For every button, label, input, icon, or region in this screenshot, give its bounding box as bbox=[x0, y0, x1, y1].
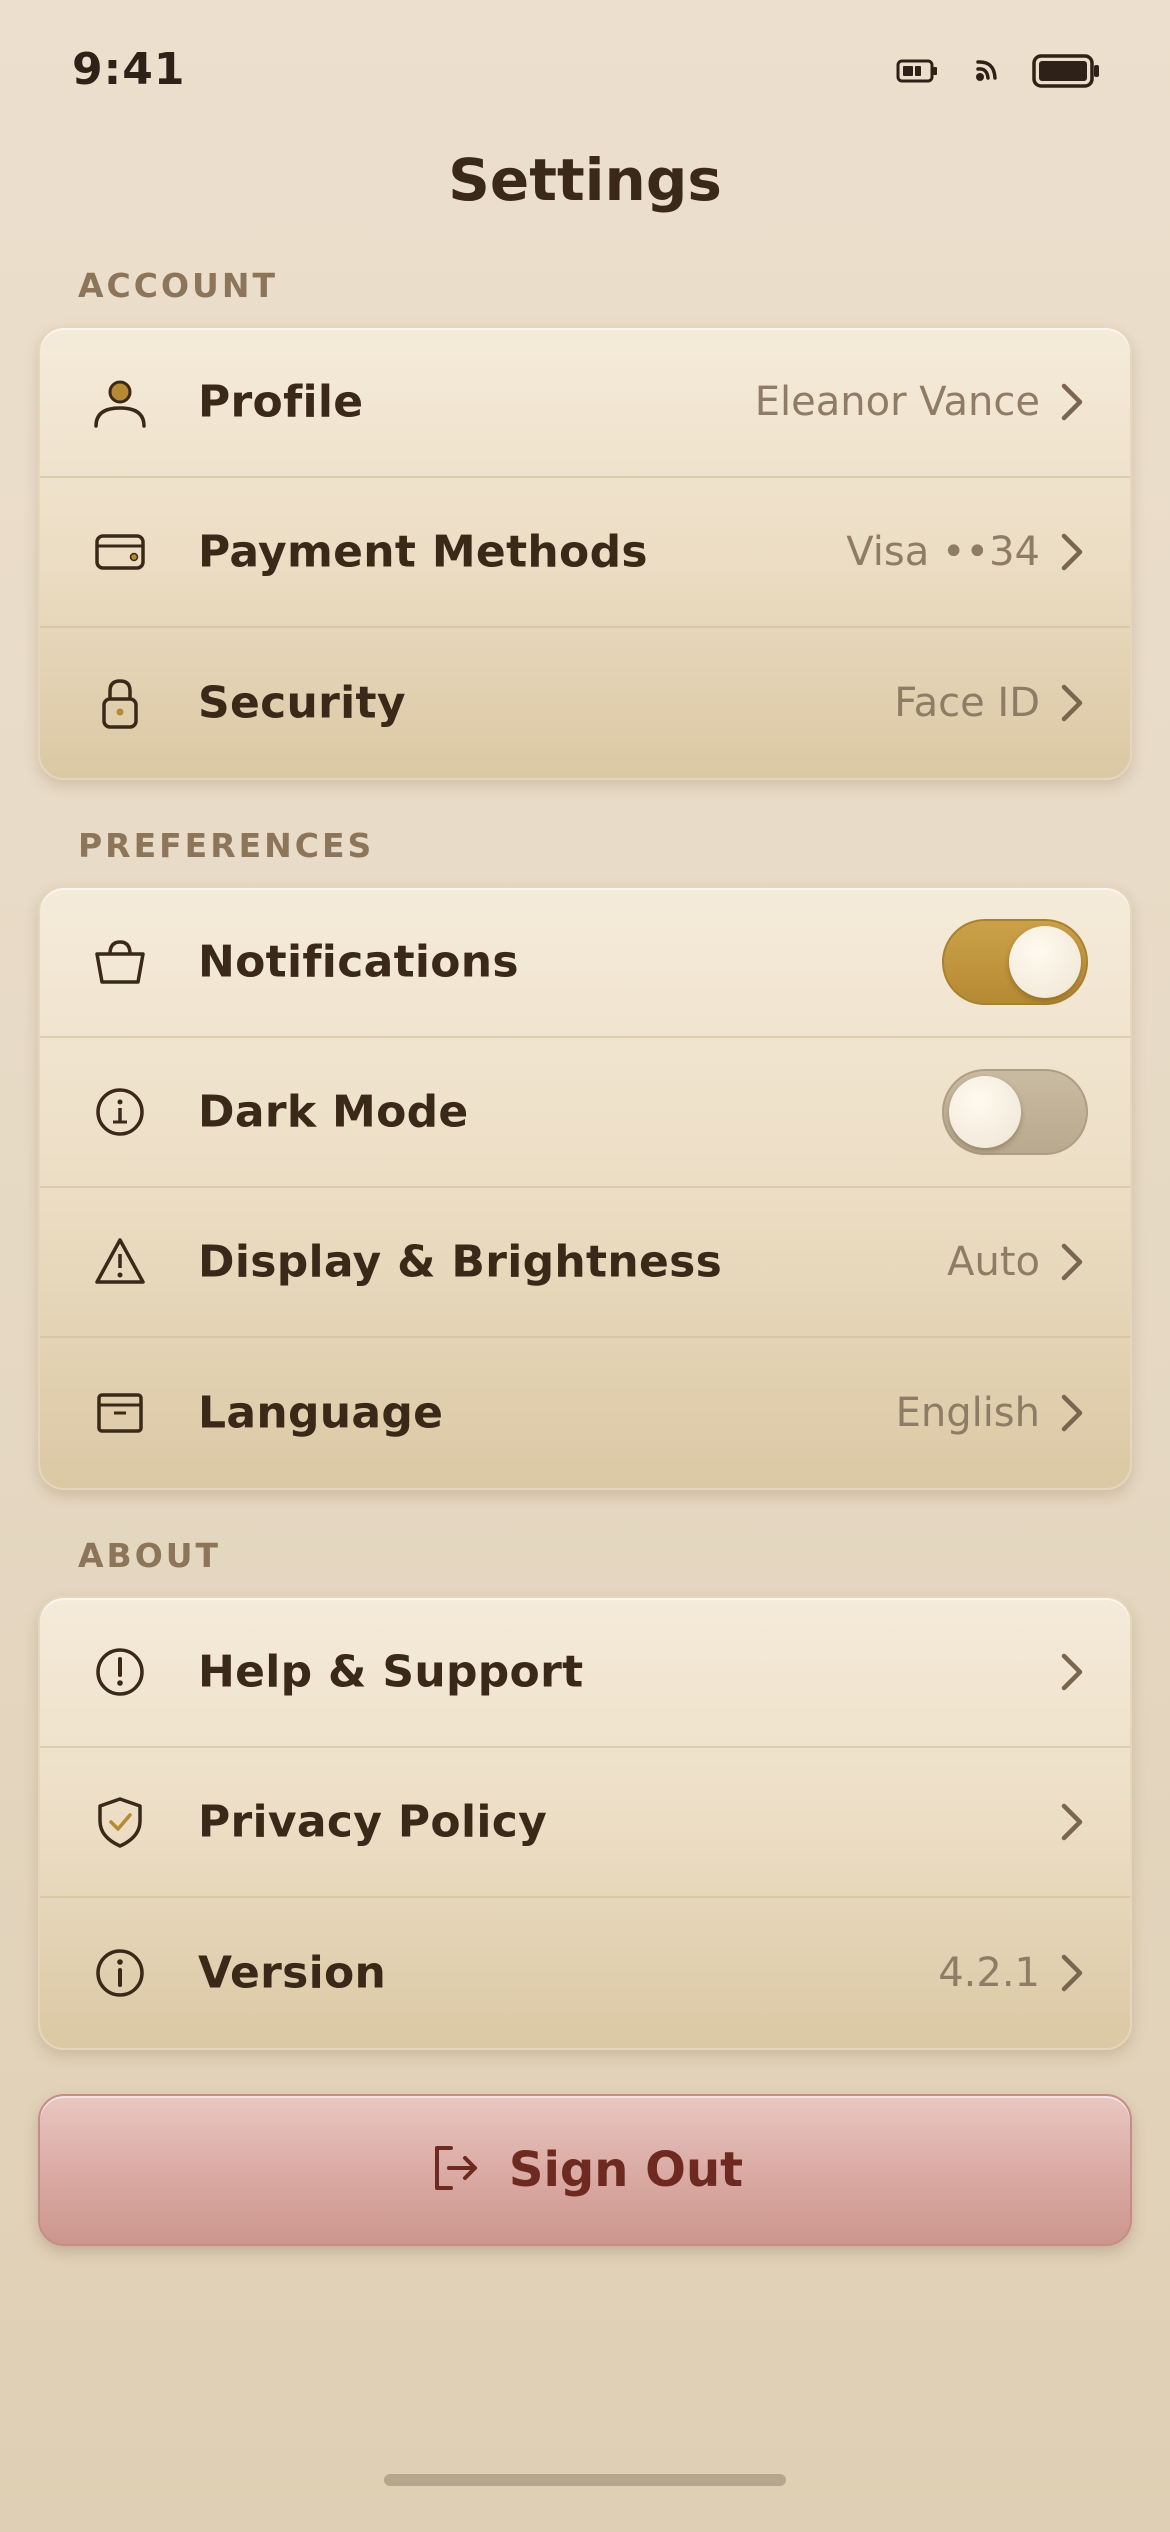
chevron-right-icon bbox=[1058, 1951, 1086, 1995]
row-notifications[interactable]: Notifications bbox=[40, 888, 1130, 1038]
basket-icon bbox=[90, 932, 150, 992]
row-security[interactable]: Security Face ID bbox=[40, 628, 1130, 778]
chevron-right-icon bbox=[1058, 530, 1086, 574]
row-payment-methods[interactable]: Payment Methods Visa ••34 bbox=[40, 478, 1130, 628]
row-value-profile: Eleanor Vance bbox=[754, 379, 1040, 425]
preferences-card: Notifications Dark Mode Display & Bright… bbox=[38, 886, 1132, 1490]
chevron-right-icon bbox=[1058, 681, 1086, 725]
row-label-version: Version bbox=[198, 1947, 387, 1999]
row-label-dark-mode: Dark Mode bbox=[198, 1086, 469, 1138]
row-label-profile: Profile bbox=[198, 376, 364, 428]
exclamation-circle-icon bbox=[90, 1642, 150, 1702]
row-profile[interactable]: Profile Eleanor Vance bbox=[40, 328, 1130, 478]
info-circle-icon bbox=[90, 1943, 150, 2003]
section-header-preferences: PREFERENCES bbox=[78, 826, 375, 865]
row-privacy-policy[interactable]: Privacy Policy bbox=[40, 1748, 1130, 1898]
person-icon bbox=[90, 372, 150, 432]
row-value-display-brightness: Auto bbox=[947, 1239, 1040, 1285]
account-card: Profile Eleanor Vance Payment Methods Vi… bbox=[38, 326, 1132, 780]
row-label-payment-methods: Payment Methods bbox=[198, 526, 648, 578]
notifications-toggle[interactable] bbox=[942, 919, 1088, 1005]
row-display-brightness[interactable]: Display & Brightness Auto bbox=[40, 1188, 1130, 1338]
dark-mode-toggle[interactable] bbox=[942, 1069, 1088, 1155]
row-version[interactable]: Version 4.2.1 bbox=[40, 1898, 1130, 2048]
section-header-account: ACCOUNT bbox=[78, 266, 278, 305]
battery-small-icon bbox=[896, 58, 938, 84]
row-label-notifications: Notifications bbox=[198, 936, 519, 988]
row-language[interactable]: Language English bbox=[40, 1338, 1130, 1488]
row-dark-mode[interactable]: Dark Mode bbox=[40, 1038, 1130, 1188]
lock-icon bbox=[90, 673, 150, 733]
status-bar: 9:41 bbox=[0, 0, 1170, 140]
row-label-help-support: Help & Support bbox=[198, 1646, 584, 1698]
row-help-support[interactable]: Help & Support bbox=[40, 1598, 1130, 1748]
toggle-knob bbox=[1009, 926, 1081, 998]
page-title: Settings bbox=[448, 146, 722, 214]
wallet-icon bbox=[90, 522, 150, 582]
chevron-right-icon bbox=[1058, 380, 1086, 424]
sign-out-button[interactable]: Sign Out bbox=[38, 2094, 1132, 2246]
home-indicator[interactable] bbox=[384, 2474, 786, 2486]
shield-check-icon bbox=[90, 1792, 150, 1852]
row-label-language: Language bbox=[198, 1387, 444, 1439]
chevron-right-icon bbox=[1058, 1800, 1086, 1844]
logout-icon bbox=[427, 2140, 483, 2200]
chevron-right-icon bbox=[1058, 1391, 1086, 1435]
status-icons bbox=[896, 54, 1100, 88]
sign-out-label: Sign Out bbox=[508, 2142, 744, 2198]
toggle-knob bbox=[949, 1076, 1021, 1148]
status-time: 9:41 bbox=[72, 44, 186, 95]
row-value-version: 4.2.1 bbox=[938, 1950, 1040, 1996]
chevron-right-icon bbox=[1058, 1240, 1086, 1284]
row-label-security: Security bbox=[198, 677, 406, 729]
about-card: Help & Support Privacy Policy Version 4.… bbox=[38, 1596, 1132, 2050]
battery-icon bbox=[1032, 54, 1100, 88]
signal-icon bbox=[972, 58, 998, 84]
row-value-payment-methods: Visa ••34 bbox=[846, 529, 1040, 575]
row-label-display-brightness: Display & Brightness bbox=[198, 1236, 723, 1288]
archive-icon bbox=[90, 1383, 150, 1443]
info-down-icon bbox=[90, 1082, 150, 1142]
chevron-right-icon bbox=[1058, 1650, 1086, 1694]
section-header-about: ABOUT bbox=[78, 1536, 222, 1575]
row-label-privacy-policy: Privacy Policy bbox=[198, 1796, 548, 1848]
row-value-language: English bbox=[895, 1390, 1040, 1436]
warning-icon bbox=[90, 1232, 150, 1292]
row-value-security: Face ID bbox=[894, 680, 1040, 726]
